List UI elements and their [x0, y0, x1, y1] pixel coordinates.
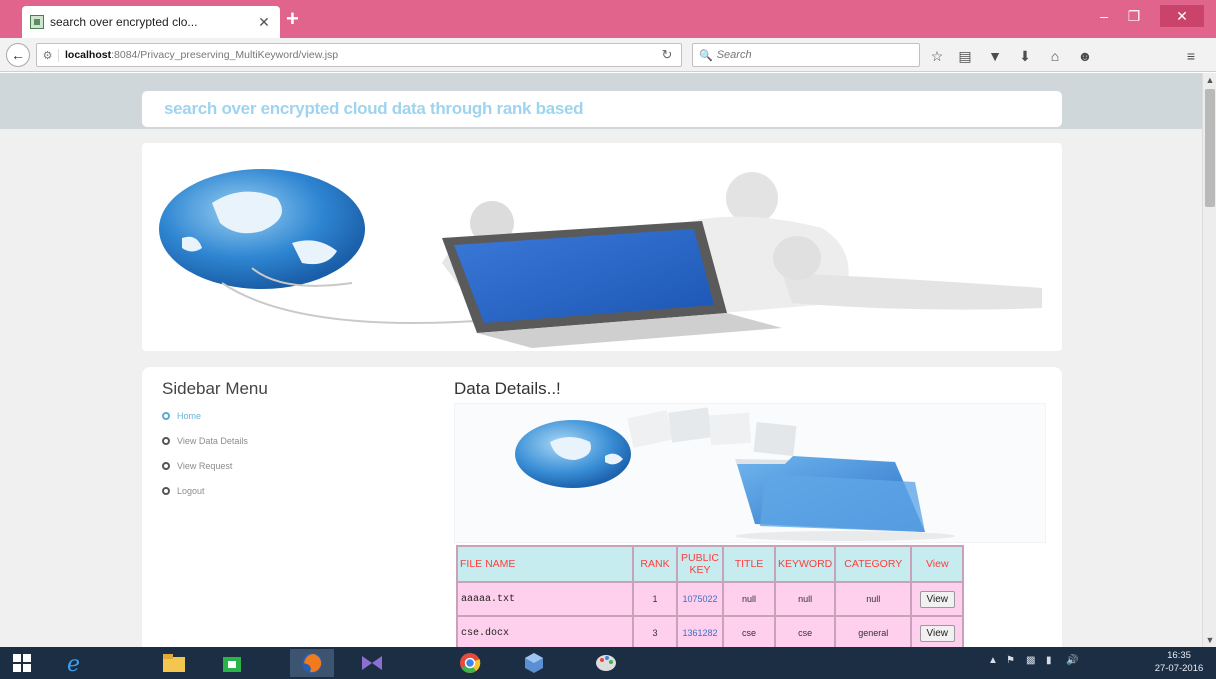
site-title: search over encrypted cloud data through…	[164, 99, 584, 118]
back-arrow-icon[interactable]: ←	[6, 43, 30, 67]
sidebar-item-home[interactable]: Home	[162, 411, 201, 421]
sidebar-item-label: View Request	[177, 461, 233, 471]
cell-rank: 1	[634, 583, 676, 615]
windows-taskbar: e ▲ ⚑ ▩ ▮ 🔊 16:35 27-07-2016	[0, 647, 1216, 679]
sidebar-item-label: View Data Details	[177, 436, 248, 446]
cell-keyword: null	[776, 583, 835, 615]
column-header-keyword: KEYWORD	[776, 547, 835, 581]
start-windows-icon[interactable]	[0, 649, 44, 677]
browser-titlebar: search over encrypted clo... ✕ + – ❐ ✕	[0, 0, 1216, 38]
bookmark-star-icon[interactable]: ☆	[928, 47, 946, 65]
visual-studio-icon[interactable]	[350, 649, 394, 677]
sidebar-item-logout[interactable]: Logout	[162, 486, 205, 496]
circle-bullet-icon	[162, 487, 170, 495]
cell-rank: 3	[634, 617, 676, 647]
address-text[interactable]: localhost:8084/Privacy_preserving_MultiK…	[59, 49, 653, 61]
browser-tab[interactable]: search over encrypted clo... ✕	[22, 6, 280, 38]
cell-category: general	[836, 617, 911, 647]
search-input[interactable]	[716, 49, 907, 61]
store-icon[interactable]	[210, 649, 254, 677]
search-icon: 🔍	[699, 49, 713, 62]
cell-view: View	[912, 583, 963, 615]
file-explorer-icon[interactable]	[152, 649, 196, 677]
tray-expand-icon[interactable]: ▲	[988, 655, 998, 666]
page-scrollbar[interactable]: ▲ ▼	[1202, 73, 1216, 647]
cell-file-name: aaaaa.txt	[458, 583, 632, 615]
page-favicon-icon	[30, 15, 44, 29]
home-icon[interactable]: ⌂	[1046, 47, 1064, 65]
column-header-public-key: PUBLIC KEY	[678, 547, 722, 581]
circle-bullet-icon	[162, 412, 170, 420]
page-viewport: search over encrypted cloud data through…	[0, 73, 1202, 647]
page-title: Data Details..!	[454, 379, 561, 398]
search-bar[interactable]: 🔍	[692, 43, 920, 67]
scroll-up-icon[interactable]: ▲	[1203, 73, 1216, 87]
chat-icon[interactable]: ☻	[1076, 47, 1094, 65]
table-header-row: FILE NAME RANK PUBLIC KEY TITLE KEYWORD …	[458, 547, 963, 581]
cell-view: View	[912, 617, 963, 647]
site-identity-icon[interactable]: ⚙	[37, 48, 59, 62]
scroll-down-icon[interactable]: ▼	[1203, 633, 1216, 647]
view-button[interactable]: View	[919, 624, 956, 642]
sidebar-item-view-data-details[interactable]: View Data Details	[162, 436, 248, 446]
circle-bullet-icon	[162, 437, 170, 445]
url-host: localhost	[65, 49, 112, 61]
address-bar[interactable]: ⚙ localhost:8084/Privacy_preserving_Mult…	[36, 43, 682, 67]
paint-icon[interactable]	[584, 649, 628, 677]
bookmarks-list-icon[interactable]: ▤	[956, 47, 974, 65]
tab-title: search over encrypted clo...	[50, 15, 198, 29]
network-icon[interactable]: ▩	[1026, 655, 1035, 666]
column-header-category: CATEGORY	[836, 547, 911, 581]
sidebar-item-view-request[interactable]: View Request	[162, 461, 232, 471]
system-clock[interactable]: 16:35 27-07-2016	[1146, 649, 1212, 675]
downloads-icon[interactable]: ⬇	[1016, 47, 1034, 65]
menu-icon[interactable]: ≡	[1182, 47, 1200, 65]
cell-public-key: 1075022	[678, 583, 722, 615]
sidebar-title: Sidebar Menu	[162, 379, 268, 398]
url-path: :8084/Privacy_preserving_MultiKeyword/vi…	[111, 49, 339, 61]
new-tab-button[interactable]: +	[286, 7, 299, 31]
pocket-icon[interactable]: ▼	[986, 47, 1004, 65]
circle-bullet-icon	[162, 462, 170, 470]
browser-navbar: ← ⚙ localhost:8084/Privacy_preserving_Mu…	[0, 38, 1216, 72]
banner-illustration	[142, 143, 1062, 351]
column-header-view: View	[912, 547, 963, 581]
content-panel: Sidebar Menu Home View Data Details View…	[142, 367, 1062, 647]
cell-public-key: 1361282	[678, 617, 722, 647]
folder-globe-image	[515, 407, 955, 541]
virtualbox-icon[interactable]	[512, 649, 556, 677]
column-header-rank: RANK	[634, 547, 676, 581]
column-header-file-name: FILE NAME	[458, 547, 632, 581]
close-window-icon[interactable]: ✕	[1160, 5, 1204, 27]
cell-title: null	[724, 583, 774, 615]
maximize-icon[interactable]: ❐	[1122, 5, 1146, 27]
table-row: aaaaa.txt 1 1075022 null null null View	[458, 583, 963, 615]
chrome-icon[interactable]	[448, 649, 492, 677]
cell-title: cse	[724, 617, 774, 647]
svg-text:e: e	[67, 652, 80, 675]
cell-keyword: cse	[776, 617, 835, 647]
signal-icon[interactable]: ▮	[1046, 655, 1052, 666]
sidebar-item-label: Logout	[177, 486, 205, 496]
view-button[interactable]: View	[919, 590, 956, 608]
clock-date: 27-07-2016	[1154, 663, 1204, 674]
reload-icon[interactable]: ↻	[653, 47, 681, 63]
sidebar-item-label: Home	[177, 411, 202, 421]
cell-category: null	[836, 583, 911, 615]
internet-explorer-icon[interactable]: e	[54, 649, 98, 677]
site-header: search over encrypted cloud data through…	[142, 91, 1062, 127]
cell-file-name: cse.docx	[458, 617, 632, 647]
clock-time: 16:35	[1167, 650, 1191, 661]
tab-close-icon[interactable]: ✕	[256, 14, 272, 31]
minimize-icon[interactable]: –	[1092, 5, 1116, 27]
table-row: cse.docx 3 1361282 cse cse general View	[458, 617, 963, 647]
data-table: FILE NAME RANK PUBLIC KEY TITLE KEYWORD …	[456, 545, 965, 647]
column-header-title: TITLE	[724, 547, 774, 581]
banner-image	[159, 169, 1042, 348]
action-center-flag-icon[interactable]: ⚑	[1006, 655, 1015, 666]
scroll-thumb[interactable]	[1205, 89, 1215, 207]
data-illustration	[454, 403, 1046, 543]
volume-icon[interactable]: 🔊	[1066, 655, 1078, 666]
firefox-icon[interactable]	[290, 649, 334, 677]
